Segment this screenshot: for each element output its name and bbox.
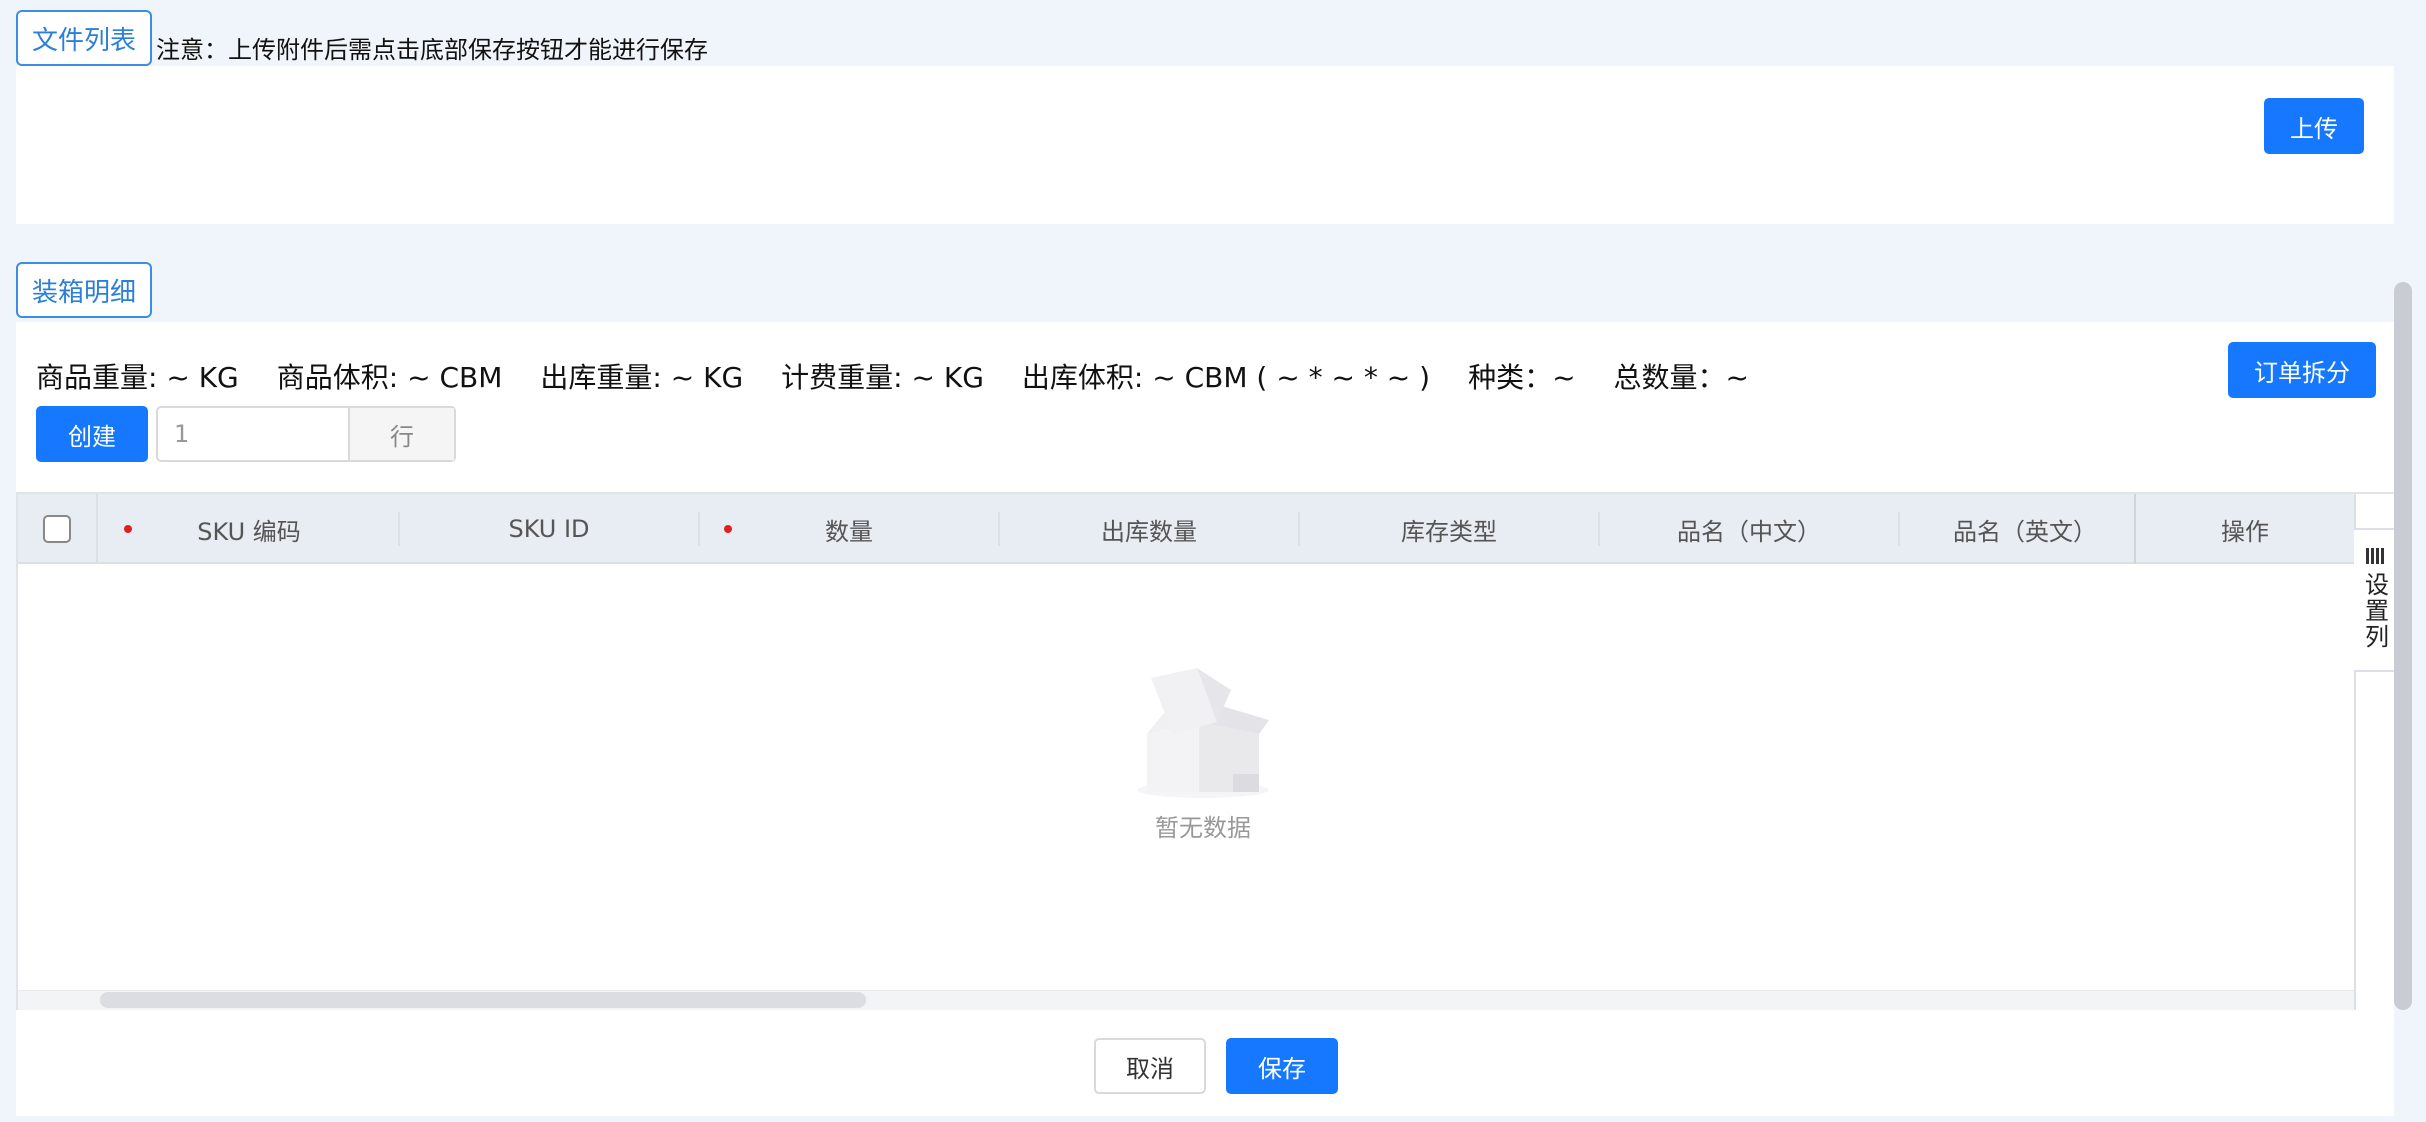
packing-summary: 商品重量: ~ KG 商品体积: ~ CBM 出库重量: ~ KG 计费重量: …	[36, 356, 1787, 396]
sku-table: SKU 编码 SKU ID 数量 出库数量 库存类型 品名（中文） 品名（英文）…	[16, 492, 2396, 1010]
page-vscroll-thumb[interactable]	[2394, 282, 2412, 1010]
packing-detail-tag[interactable]: 装箱明细	[16, 262, 152, 318]
cancel-button[interactable]: 取消	[1094, 1038, 1206, 1094]
empty-state: 暂无数据	[1118, 664, 1288, 864]
select-all-checkbox-cell	[18, 494, 98, 564]
rows-unit: 行	[350, 408, 454, 460]
col-sku-code[interactable]: SKU 编码	[130, 494, 368, 564]
rows-input-group: 1 行	[156, 406, 456, 462]
select-all-checkbox[interactable]	[43, 515, 71, 543]
file-list-tag-label: 文件列表	[31, 25, 136, 56]
cancel-button-label: 取消	[1126, 1054, 1174, 1083]
upload-button[interactable]: 上传	[2264, 98, 2364, 154]
create-button[interactable]: 创建	[36, 406, 148, 462]
save-button[interactable]: 保存	[1226, 1038, 1338, 1094]
column-settings-label: 设置列	[2360, 572, 2389, 650]
kinds-count: 种类：~	[1468, 361, 1576, 394]
upload-button-label: 上传	[2290, 114, 2338, 143]
col-actions[interactable]: 操作	[2134, 494, 2354, 564]
goods-volume: 商品体积: ~ CBM	[276, 361, 503, 394]
table-header: SKU 编码 SKU ID 数量 出库数量 库存类型 品名（中文） 品名（英文）…	[18, 494, 2354, 564]
columns-icon	[2366, 548, 2384, 564]
goods-weight: 商品重量: ~ KG	[36, 361, 239, 394]
out-weight: 出库重量: ~ KG	[540, 361, 744, 394]
file-list-panel	[16, 66, 2396, 224]
table-hscroll-thumb[interactable]	[100, 992, 866, 1008]
col-name-en[interactable]: 品名（英文）	[1900, 494, 2150, 564]
save-button-label: 保存	[1258, 1054, 1306, 1083]
total-quantity: 总数量：~	[1613, 361, 1750, 394]
create-button-label: 创建	[68, 422, 116, 451]
packing-detail-tag-label: 装箱明细	[31, 277, 136, 308]
column-settings-button[interactable]: 设置列	[2354, 528, 2396, 672]
order-split-button[interactable]: 订单拆分	[2228, 342, 2376, 398]
upload-notice: 注意：上传附件后需点击底部保存按钮才能进行保存	[156, 36, 708, 64]
col-stock-type[interactable]: 库存类型	[1300, 494, 1598, 564]
col-name-cn[interactable]: 品名（中文）	[1600, 494, 1898, 564]
rows-input[interactable]: 1	[158, 408, 350, 460]
file-list-tag[interactable]: 文件列表	[16, 10, 152, 66]
order-split-label: 订单拆分	[2254, 358, 2350, 387]
out-volume: 出库体积: ~ CBM ( ~ * ~ * ~ )	[1021, 361, 1431, 394]
empty-box-icon	[1137, 668, 1269, 798]
col-sku-id[interactable]: SKU ID	[400, 494, 698, 564]
charge-weight: 计费重量: ~ KG	[781, 361, 984, 394]
col-quantity[interactable]: 数量	[700, 494, 998, 564]
empty-text: 暂无数据	[1155, 814, 1251, 842]
col-out-quantity[interactable]: 出库数量	[1000, 494, 1298, 564]
